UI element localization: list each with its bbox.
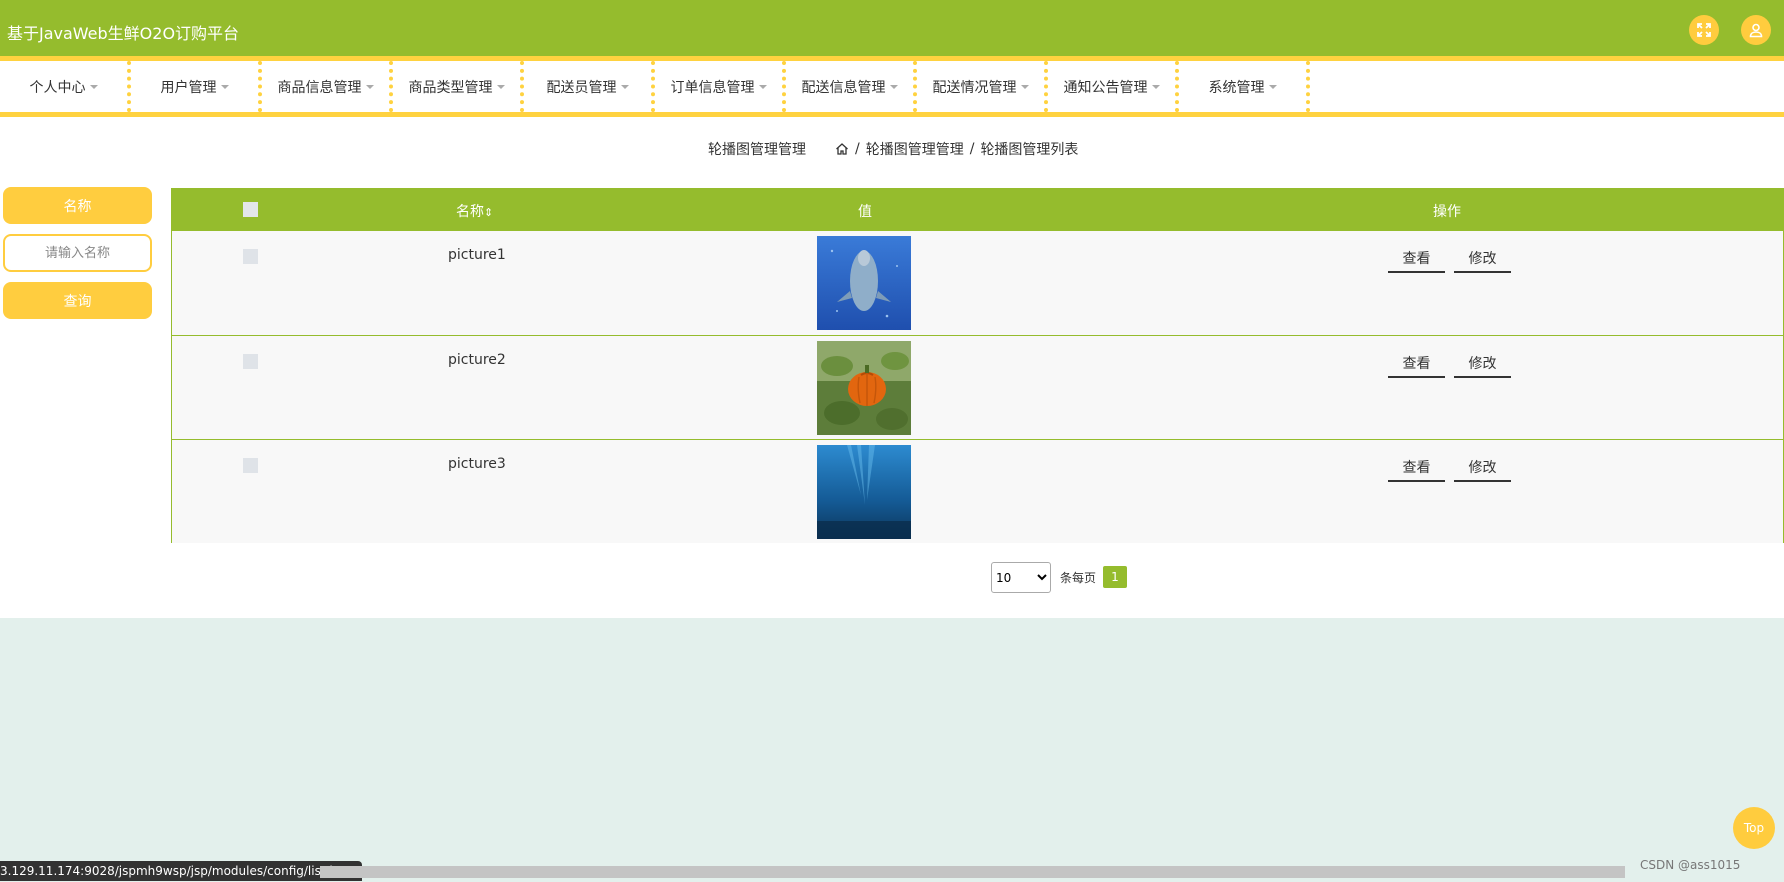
page-number-button[interactable]: 1 — [1103, 566, 1127, 588]
user-button[interactable] — [1741, 15, 1771, 45]
top-header: 基于JavaWeb生鲜O2O订购平台 — [0, 0, 1784, 61]
row-checkbox[interactable] — [243, 458, 258, 473]
nav-label: 用户管理 — [160, 79, 217, 96]
fullscreen-button[interactable] — [1689, 15, 1719, 45]
horizontal-scrollbar[interactable] — [320, 866, 1625, 878]
row-image-thumbnail — [817, 341, 911, 435]
nav-label: 商品信息管理 — [277, 79, 362, 96]
nav-label: 系统管理 — [1208, 79, 1265, 96]
nav-label: 通知公告管理 — [1063, 79, 1148, 96]
breadcrumb-separator: / — [855, 141, 860, 157]
column-header-name[interactable]: 名称⇕ — [456, 201, 493, 221]
row-name: picture2 — [448, 352, 506, 368]
column-header-actions: 操作 — [1433, 204, 1461, 220]
view-button[interactable]: 查看 — [1388, 454, 1445, 482]
breadcrumb: / 轮播图管理管理 / 轮播图管理列表 — [835, 139, 1084, 159]
caret-down-icon — [758, 84, 767, 89]
row-name: picture3 — [448, 456, 506, 472]
nav-label: 配送情况管理 — [932, 79, 1017, 96]
nav-label: 配送信息管理 — [801, 79, 886, 96]
back-to-top-button[interactable]: Top — [1733, 807, 1775, 849]
nav-item-personal-center[interactable]: 个人中心 — [0, 61, 131, 112]
nav-label: 商品类型管理 — [408, 79, 493, 96]
content-area: 轮播图管理管理 / 轮播图管理管理 / 轮播图管理列表 名称 查询 名称⇕ 值 … — [0, 117, 1784, 618]
edit-button[interactable]: 修改 — [1454, 454, 1511, 482]
row-checkbox[interactable] — [243, 249, 258, 264]
breadcrumb-level1[interactable]: 轮播图管理管理 — [866, 139, 964, 159]
watermark: CSDN @ass1015 — [1640, 858, 1741, 872]
sort-icon: ⇕ — [484, 206, 494, 219]
nav-label: 个人中心 — [29, 79, 86, 96]
expand-icon — [1697, 23, 1711, 37]
page-title: 轮播图管理管理 — [708, 142, 806, 158]
caret-down-icon — [889, 84, 898, 89]
nav-item-product-type[interactable]: 商品类型管理 — [393, 61, 524, 112]
nav-item-product-info[interactable]: 商品信息管理 — [262, 61, 393, 112]
nav-label: 配送员管理 — [546, 79, 617, 96]
nav-item-delivery-status[interactable]: 配送情况管理 — [917, 61, 1048, 112]
nav-label: 订单信息管理 — [670, 79, 755, 96]
view-button[interactable]: 查看 — [1388, 245, 1445, 273]
caret-down-icon — [365, 84, 374, 89]
row-image-thumbnail — [817, 445, 911, 539]
caret-down-icon — [1268, 84, 1277, 89]
column-header-value: 值 — [858, 204, 872, 220]
search-button[interactable]: 查询 — [3, 282, 152, 319]
caret-down-icon — [1151, 84, 1160, 89]
caret-down-icon — [220, 84, 229, 89]
main-nav: 个人中心 用户管理 商品信息管理 商品类型管理 配送员管理 订单信息管理 配送信… — [0, 61, 1784, 117]
table-row: picture2 查看 修改 — [172, 335, 1783, 439]
status-url: 3.129.11.174:9028/jspmh9wsp/jsp/modules/… — [0, 861, 362, 881]
caret-down-icon — [1020, 84, 1029, 89]
user-icon — [1749, 23, 1763, 38]
page-size-select[interactable]: 10 — [991, 562, 1051, 593]
row-image-thumbnail — [817, 236, 911, 330]
caret-down-icon — [620, 84, 629, 89]
column-name-label: 名称 — [456, 204, 484, 220]
nav-item-system[interactable]: 系统管理 — [1179, 61, 1310, 112]
row-checkbox[interactable] — [243, 354, 258, 369]
caret-down-icon — [89, 84, 98, 89]
nav-item-notice[interactable]: 通知公告管理 — [1048, 61, 1179, 112]
search-label: 名称 — [3, 187, 152, 224]
per-page-text: 条每页 — [1060, 571, 1097, 585]
breadcrumb-level2: 轮播图管理列表 — [980, 142, 1079, 158]
edit-button[interactable]: 修改 — [1454, 350, 1511, 378]
data-table: 名称⇕ 值 操作 picture1 查看 修改 picture2 查看 修改 p… — [171, 188, 1784, 543]
view-button[interactable]: 查看 — [1388, 350, 1445, 378]
nav-item-delivery-info[interactable]: 配送信息管理 — [786, 61, 917, 112]
row-name: picture1 — [448, 247, 506, 263]
table-row: picture1 查看 修改 — [172, 231, 1783, 335]
nav-item-courier[interactable]: 配送员管理 — [524, 61, 655, 112]
caret-down-icon — [496, 84, 505, 89]
edit-button[interactable]: 修改 — [1454, 245, 1511, 273]
select-all-checkbox[interactable] — [243, 202, 258, 217]
nav-item-user-mgmt[interactable]: 用户管理 — [131, 61, 262, 112]
table-header: 名称⇕ 值 操作 — [172, 189, 1783, 231]
nav-item-order-info[interactable]: 订单信息管理 — [655, 61, 786, 112]
table-row: picture3 查看 修改 — [172, 439, 1783, 543]
breadcrumb-separator: / — [969, 141, 975, 157]
home-icon[interactable] — [835, 142, 849, 156]
app-title: 基于JavaWeb生鲜O2O订购平台 — [7, 24, 240, 43]
search-input[interactable] — [3, 234, 152, 272]
